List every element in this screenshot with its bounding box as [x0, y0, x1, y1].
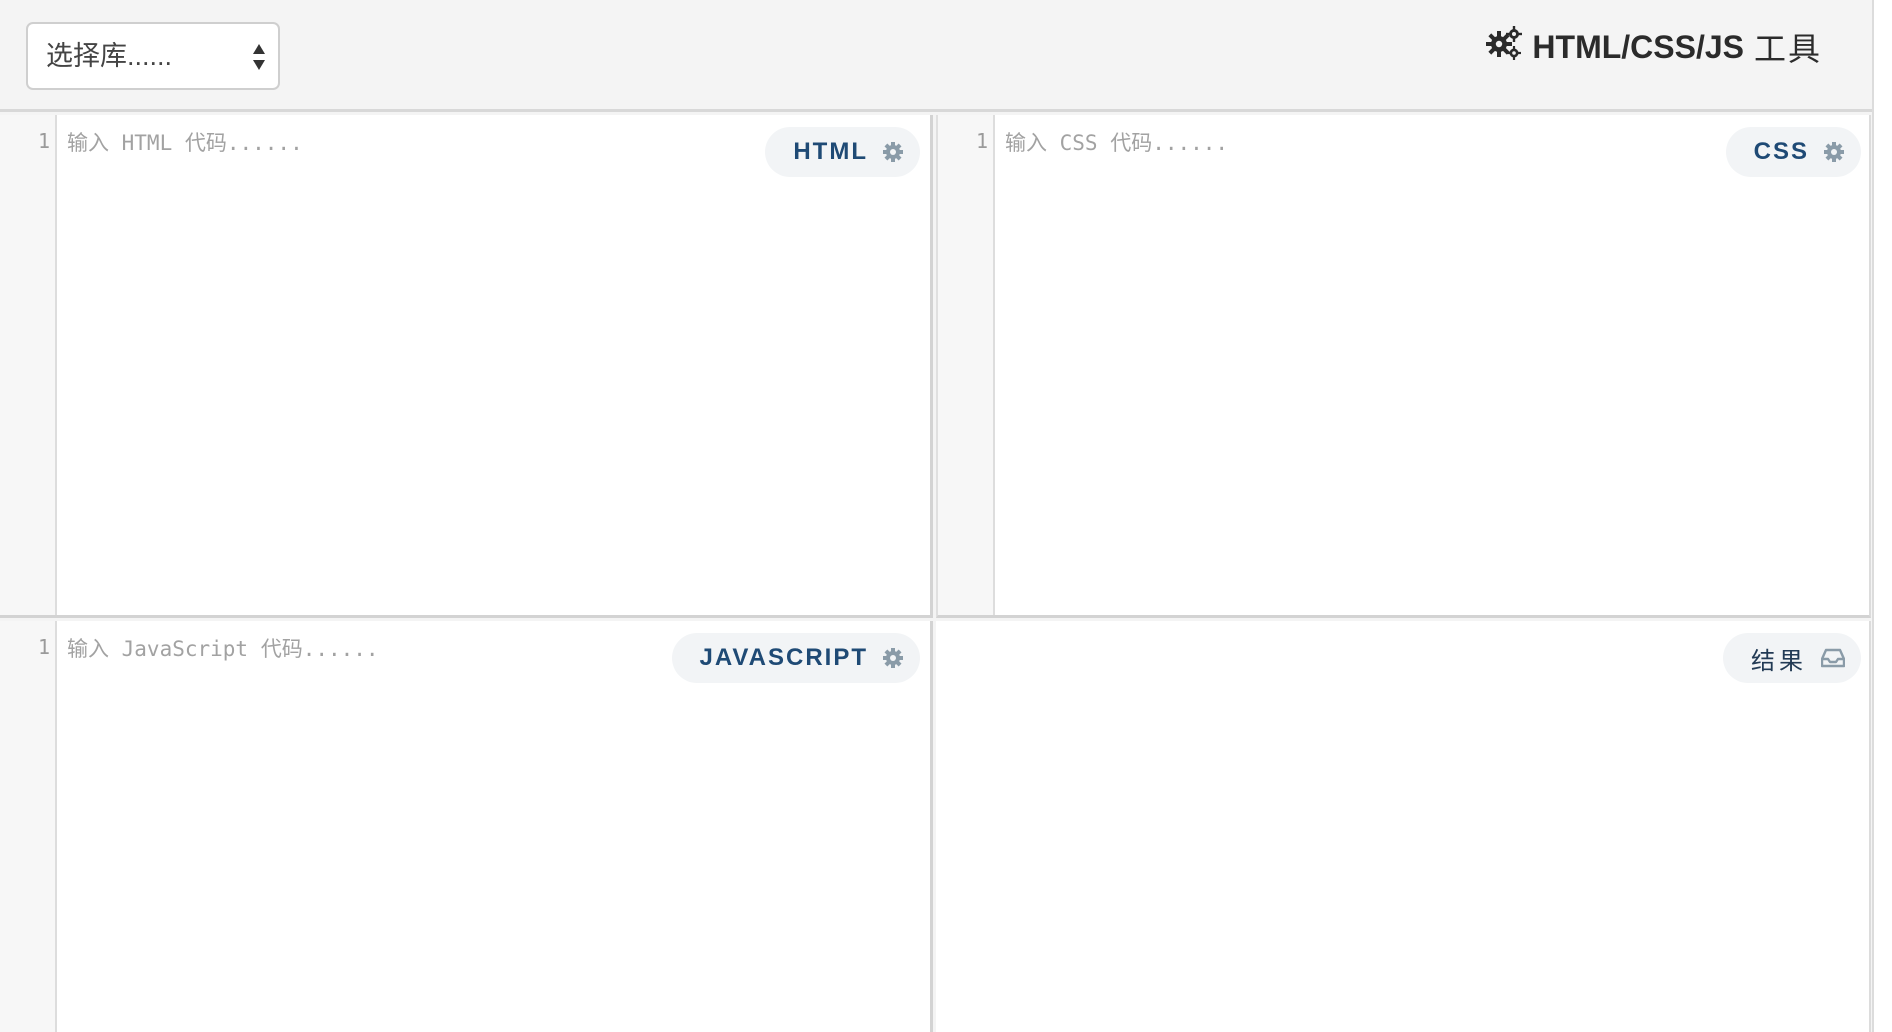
library-select[interactable]: 选择库......	[26, 22, 280, 90]
app-brand: HTML/CSS/JS 工具	[1486, 24, 1822, 70]
cogs-icon	[1486, 26, 1523, 68]
brand-subtitle: 工具	[1753, 31, 1822, 67]
toolbar: 选择库...... HTML/CSS/JS 工具	[0, 0, 1872, 112]
gear-icon	[882, 141, 904, 163]
javascript-editor-panel[interactable]: 1 输入 JavaScript 代码...... JAVASCRIPT	[0, 621, 933, 1032]
result-button[interactable]: 结果	[1723, 633, 1861, 683]
library-select-value: 选择库......	[46, 41, 173, 71]
select-arrows-icon	[252, 42, 266, 72]
line-number: 1	[975, 129, 988, 153]
css-editor-panel[interactable]: 1 输入 CSS 代码...... CSS	[936, 115, 1871, 618]
gear-icon	[882, 647, 904, 669]
javascript-settings-button[interactable]: JAVASCRIPT	[671, 633, 920, 683]
brand-title: HTML/CSS/JS	[1532, 28, 1744, 65]
window-edge	[1872, 0, 1892, 1032]
css-editor-placeholder: 输入 CSS 代码......	[1005, 131, 1229, 155]
html-settings-button[interactable]: HTML	[765, 127, 920, 177]
line-number: 1	[37, 129, 50, 153]
javascript-panel-label: JAVASCRIPT	[699, 644, 868, 671]
html-panel-label: HTML	[793, 138, 868, 165]
html-editor-panel[interactable]: 1 输入 HTML 代码...... HTML	[0, 115, 933, 618]
result-panel-label: 结果	[1751, 647, 1807, 675]
line-number: 1	[37, 635, 50, 659]
css-settings-button[interactable]: CSS	[1725, 127, 1861, 177]
line-gutter: 1	[0, 115, 57, 615]
line-gutter: 1	[938, 115, 995, 615]
result-panel: 结果	[936, 621, 1871, 1032]
app-root: 选择库...... HTML/CSS/JS 工具 1 输入 HTML 代码...…	[0, 0, 1872, 1032]
html-editor-placeholder: 输入 HTML 代码......	[67, 131, 303, 155]
javascript-editor-placeholder: 输入 JavaScript 代码......	[67, 637, 379, 661]
css-panel-label: CSS	[1753, 138, 1809, 165]
gear-icon	[1823, 141, 1845, 163]
line-gutter: 1	[0, 621, 57, 1032]
inbox-icon	[1821, 648, 1845, 668]
